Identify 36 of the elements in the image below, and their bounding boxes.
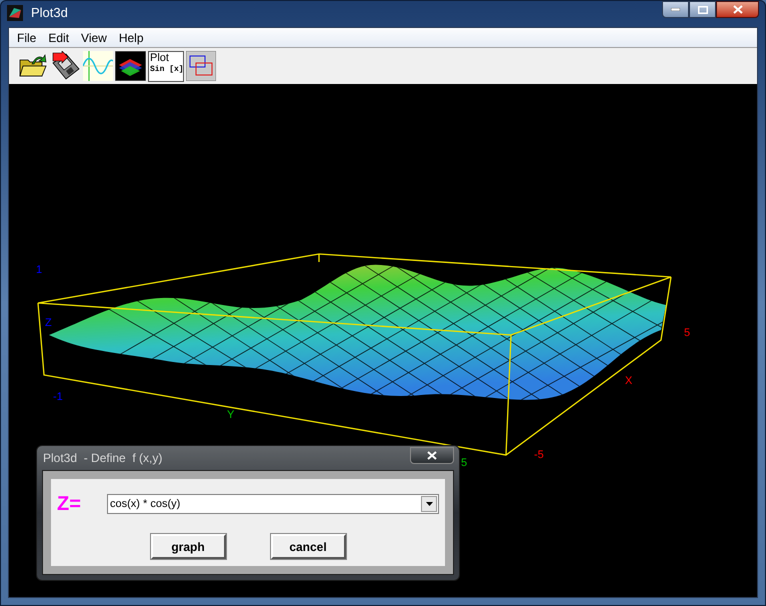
dialog-button[interactable]: cancel: [270, 534, 346, 559]
app-icon: [7, 5, 23, 21]
axis-label: 5: [461, 458, 468, 469]
menu-item[interactable]: Edit: [42, 28, 76, 46]
function-combo-box[interactable]: cos(x) * cos(y): [107, 494, 439, 514]
axis-label: Y: [227, 410, 234, 421]
overlapping-rectangles-icon: [186, 51, 216, 81]
dialog-title: Plot3d - Define f (x,y): [43, 450, 162, 467]
axis-label: Z: [45, 318, 52, 329]
axis-label: -1: [53, 392, 63, 403]
menu-item[interactable]: File: [11, 28, 42, 46]
window-title: Plot3d: [31, 4, 68, 22]
floppy-disk-button[interactable]: [50, 50, 81, 82]
caret-icon: [426, 502, 432, 506]
close-icon: [732, 5, 742, 14]
menu-item[interactable]: View: [75, 28, 113, 46]
axis-label: X: [625, 376, 632, 387]
menu-item[interactable]: Help: [112, 28, 150, 46]
close-button[interactable]: [716, 1, 759, 18]
minimize-button[interactable]: [662, 1, 689, 18]
minimize-icon: [671, 8, 680, 11]
maximize-button[interactable]: [689, 1, 716, 18]
plot-function-button[interactable]: Plot Sin [x]: [148, 50, 184, 82]
dialog-close-button[interactable]: [410, 446, 454, 464]
close-icon: [427, 450, 437, 460]
z-label: Z=: [57, 494, 82, 514]
axis-label: 1: [36, 265, 42, 276]
dialog-button[interactable]: graph: [150, 534, 226, 559]
dropdown-button[interactable]: [421, 496, 437, 512]
surface-plot-icon: [115, 51, 146, 81]
maximize-icon: [698, 6, 708, 14]
axis-label: -5: [534, 450, 544, 461]
overlapping-rectangles-button[interactable]: [186, 50, 216, 82]
sine-wave-icon: [83, 51, 113, 81]
surface-plot-button[interactable]: [115, 50, 146, 82]
axis-label: 5: [684, 328, 690, 339]
